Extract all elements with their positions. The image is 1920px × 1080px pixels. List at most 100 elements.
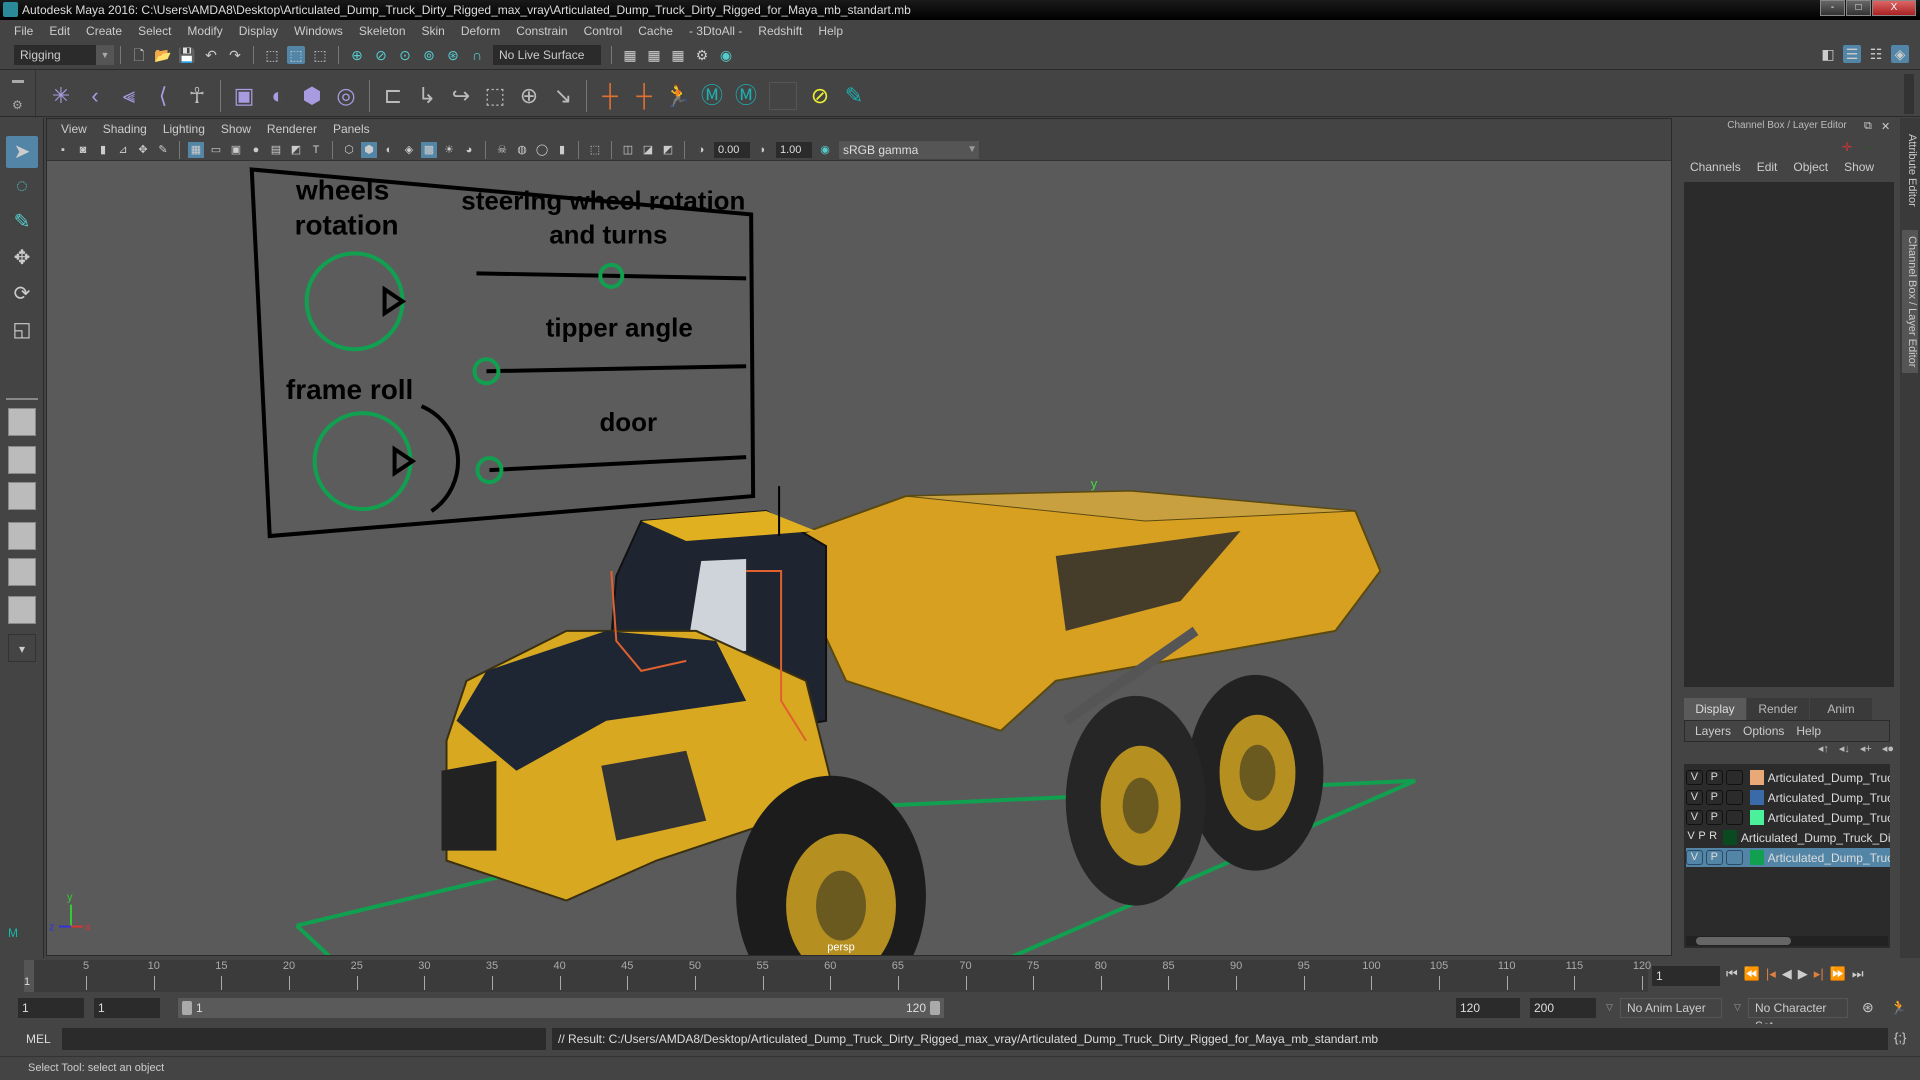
- layer-color-swatch[interactable]: [1749, 770, 1764, 785]
- xray-icon[interactable]: ◫: [620, 142, 636, 158]
- range-start-handle[interactable]: [182, 1001, 192, 1015]
- vp-menu-panels[interactable]: Panels: [325, 122, 378, 136]
- wireframe-on-shaded-icon[interactable]: ◈: [401, 142, 417, 158]
- character-set-dropdown[interactable]: No Character Set: [1748, 998, 1848, 1033]
- paint-weights-icon[interactable]: ◐: [264, 82, 292, 110]
- dump-truck-model[interactable]: [441, 486, 1382, 956]
- rotate-tool-icon[interactable]: ⟳: [6, 278, 38, 310]
- scene-canvas[interactable]: wheels rotation steering wheel rotation …: [47, 161, 1671, 956]
- lattice-icon[interactable]: ⬢: [298, 82, 326, 110]
- scene-end-field[interactable]: 200: [1530, 998, 1596, 1018]
- snap-live-icon[interactable]: ⊛: [444, 46, 462, 64]
- select-tool-icon[interactable]: ➤: [6, 136, 38, 168]
- close-button[interactable]: X: [1872, 0, 1916, 16]
- layer-row[interactable]: V P Articulated_Dump_Truck: [1686, 768, 1890, 787]
- vp-menu-shading[interactable]: Shading: [95, 122, 155, 136]
- xray-joints-icon[interactable]: ◩: [660, 142, 676, 158]
- snap-grid-icon[interactable]: ⊕: [348, 46, 366, 64]
- mirror-joint-icon[interactable]: ⟨: [149, 82, 177, 110]
- layer-row[interactable]: V P Articulated_Dump_Truck: [1686, 848, 1890, 867]
- time-toggle-icon[interactable]: ◔: [1864, 140, 1872, 155]
- script-language-toggle[interactable]: MEL: [26, 1032, 51, 1046]
- bookmark-icon[interactable]: ▮: [95, 142, 111, 158]
- new-layer-icon[interactable]: ◂+: [1860, 742, 1872, 762]
- layer-row[interactable]: V P R Articulated_Dump_Truck_Dirty: [1686, 828, 1890, 847]
- animation-prefs-icon[interactable]: 🏃: [1890, 999, 1907, 1016]
- layer-color-swatch[interactable]: [1749, 850, 1764, 865]
- orient-constraint-icon[interactable]: ↪: [447, 82, 475, 110]
- menu-set-dropdown[interactable]: Rigging ▼: [14, 45, 114, 65]
- menu-select[interactable]: Select: [130, 24, 179, 38]
- screen-space-ao-icon[interactable]: ☠: [494, 142, 510, 158]
- move-layer-up-icon[interactable]: ◂↑: [1818, 742, 1829, 762]
- gamma-icon[interactable]: ◗: [755, 142, 771, 158]
- paint-select-tool-icon[interactable]: ✎: [6, 206, 38, 238]
- vp-menu-lighting[interactable]: Lighting: [155, 122, 213, 136]
- single-perspective-layout-icon[interactable]: [8, 408, 36, 436]
- aim-constraint-icon[interactable]: ⊕: [515, 82, 543, 110]
- layer-menu-layers[interactable]: Layers: [1689, 724, 1737, 738]
- menu-constrain[interactable]: Constrain: [508, 24, 575, 38]
- current-frame-field[interactable]: 1: [1652, 966, 1720, 986]
- render-frame-icon[interactable]: ▦: [645, 46, 663, 64]
- render-view-icon[interactable]: ⚙: [693, 46, 711, 64]
- joint-tool-icon[interactable]: ✳: [47, 82, 75, 110]
- layout-more-icon[interactable]: ▾: [8, 634, 36, 662]
- layer-visibility-toggle[interactable]: V: [1686, 770, 1703, 785]
- time-slider-track[interactable]: 5 10 15 20 25 30 35 40 45 50 55 60 65 70 75 80 85 90 95 100…: [24, 960, 1651, 992]
- menu-3dtoall[interactable]: - 3DtoAll -: [681, 24, 750, 38]
- step-back-frame-icon[interactable]: |◂: [1766, 966, 1776, 982]
- shelf-tab-handle[interactable]: ⚙: [0, 70, 36, 118]
- layer-color-swatch[interactable]: [1749, 790, 1764, 805]
- play-forward-icon[interactable]: ▶: [1798, 966, 1808, 982]
- character-run-icon[interactable]: 🏃: [664, 82, 692, 110]
- custom-layout-icon[interactable]: [8, 596, 36, 624]
- layer-visibility-toggle[interactable]: V: [1686, 850, 1703, 865]
- range-end-handle[interactable]: [930, 1001, 940, 1015]
- step-back-key-icon[interactable]: ⏪: [1744, 966, 1760, 982]
- snap-view-plane-icon[interactable]: ⊚: [420, 46, 438, 64]
- vp-menu-renderer[interactable]: Renderer: [259, 122, 325, 136]
- four-view-layout-icon[interactable]: [8, 446, 36, 474]
- parent-constraint-icon[interactable]: ⊏: [379, 82, 407, 110]
- field-chart-icon[interactable]: ▤: [268, 142, 284, 158]
- cluster-icon[interactable]: ◎: [332, 82, 360, 110]
- auto-key-icon[interactable]: ⊛: [1862, 999, 1874, 1016]
- tab-attribute-editor[interactable]: Attribute Editor: [1902, 128, 1918, 213]
- layer-row[interactable]: V P Articulated_Dump_Truck: [1686, 808, 1890, 827]
- save-scene-icon[interactable]: 💾: [178, 46, 196, 64]
- close-panel-icon[interactable]: ✕: [1881, 120, 1890, 133]
- default-material-icon[interactable]: ◐: [381, 142, 397, 158]
- menu-edit[interactable]: Edit: [41, 24, 78, 38]
- menu-cache[interactable]: Cache: [630, 24, 681, 38]
- lasso-tool-icon[interactable]: ◌: [6, 170, 38, 202]
- select-camera-icon[interactable]: ▪: [55, 142, 71, 158]
- gate-mask-icon[interactable]: ●: [248, 142, 264, 158]
- xray-active-icon[interactable]: ◪: [640, 142, 656, 158]
- viewport-panel[interactable]: View Shading Lighting Show Renderer Pane…: [46, 118, 1672, 956]
- layer-color-swatch[interactable]: [1723, 830, 1737, 845]
- delete-history-icon[interactable]: ⊘: [806, 82, 834, 110]
- exposure-icon[interactable]: ◑: [693, 142, 709, 158]
- wireframe-icon[interactable]: ⬡: [341, 142, 357, 158]
- playback-start-field[interactable]: 1: [94, 998, 160, 1018]
- render-settings-icon[interactable]: ▦: [621, 46, 639, 64]
- layer-display-type-toggle[interactable]: [1725, 850, 1743, 865]
- image-plane-icon[interactable]: ⊿: [115, 142, 131, 158]
- snap-magnet-icon[interactable]: ∩: [468, 46, 486, 64]
- locator-constraint-icon[interactable]: ┼: [630, 82, 658, 110]
- current-time-marker[interactable]: 1: [24, 960, 34, 992]
- go-to-start-icon[interactable]: ⏮: [1726, 966, 1738, 982]
- ik-spline-icon[interactable]: ⫷: [115, 82, 143, 110]
- menu-create[interactable]: Create: [78, 24, 130, 38]
- modeling-toolkit-icon[interactable]: ◧: [1819, 45, 1837, 63]
- open-scene-icon[interactable]: 📂: [154, 46, 172, 64]
- playback-end-field[interactable]: 120: [1456, 998, 1520, 1018]
- minimize-button[interactable]: -: [1820, 0, 1845, 16]
- mash-icon[interactable]: Ⓜ: [698, 82, 726, 110]
- select-component-icon[interactable]: ⬚: [311, 46, 329, 64]
- attribute-editor-toggle-icon[interactable]: ☰: [1843, 45, 1861, 63]
- tool-settings-toggle-icon[interactable]: ☷: [1867, 45, 1885, 63]
- bind-skin-icon[interactable]: ▣: [230, 82, 258, 110]
- layer-visibility-toggle[interactable]: V: [1686, 830, 1696, 845]
